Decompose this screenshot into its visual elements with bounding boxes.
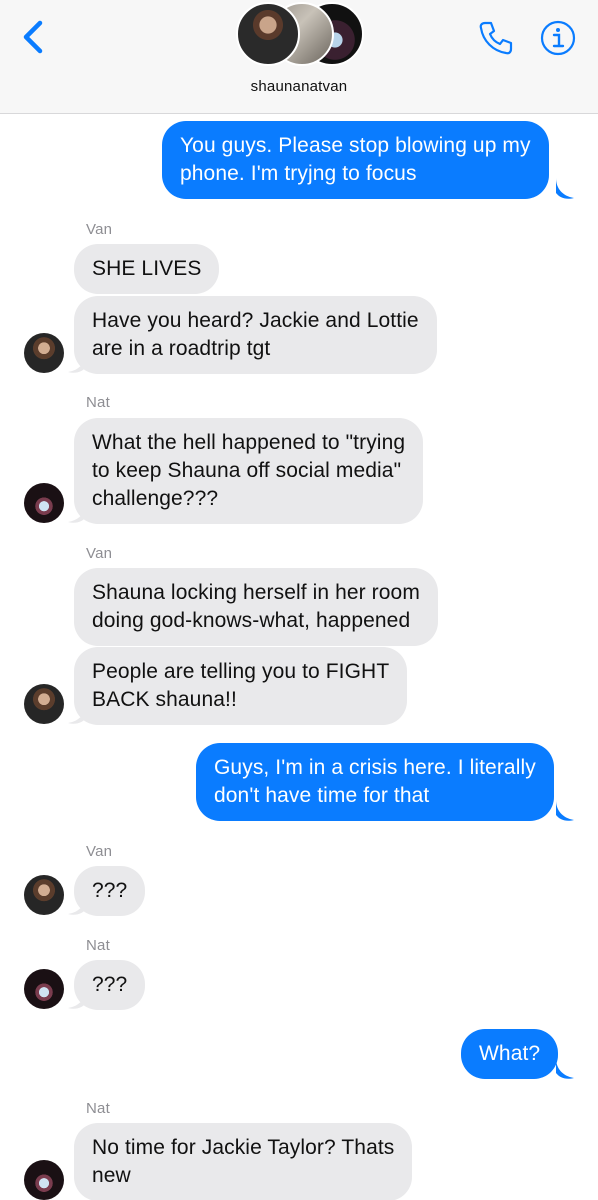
message-line: Shauna locking herself in her room [92, 581, 420, 604]
bubble-tail [68, 988, 86, 1009]
message-line: don't have time for that [214, 784, 430, 807]
sender-name: Nat [86, 1100, 110, 1117]
avatar-van[interactable] [24, 684, 64, 724]
sender-name: Nat [86, 937, 110, 954]
incoming-message[interactable]: What the hell happened to "trying to kee… [74, 418, 424, 524]
bubble-tail [68, 352, 86, 373]
incoming-message[interactable]: People are telling you to FIGHT BACK sha… [74, 647, 408, 725]
info-button[interactable] [538, 18, 578, 58]
message-line: new [92, 1164, 131, 1187]
bubble-tail [68, 894, 86, 915]
back-button[interactable] [18, 18, 52, 58]
outgoing-message[interactable]: Guys, I'm in a crisis here. I literally … [196, 743, 554, 821]
message-line: are in a roadtrip tgt [92, 337, 271, 360]
call-button[interactable] [476, 18, 516, 58]
message-line: ??? [92, 879, 128, 902]
outgoing-message[interactable]: You guys. Please stop blowing up my phon… [162, 121, 549, 199]
bubble-tail [68, 703, 86, 724]
info-icon [540, 20, 576, 56]
bubble-tail [556, 800, 574, 821]
message-line: phone. I'm tryjng to focus [180, 162, 417, 185]
messages-app: shaunanatvan You guys. Please stop blowi… [0, 0, 598, 1200]
avatar-nat[interactable] [24, 483, 64, 523]
avatar-nat[interactable] [24, 969, 64, 1009]
message-line: BACK shauna!! [92, 688, 237, 711]
message-line: No time for Jackie Taylor? Thats [92, 1136, 395, 1159]
message-line: SHE LIVES [92, 257, 202, 280]
outgoing-message[interactable]: What? [461, 1029, 559, 1079]
bubble-tail [556, 1058, 574, 1079]
avatar-van[interactable] [24, 333, 64, 373]
message-line: ??? [92, 973, 128, 996]
bubble-tail [68, 502, 86, 523]
incoming-message[interactable]: Shauna locking herself in her room doing… [74, 568, 438, 646]
incoming-message[interactable]: Have you heard? Jackie and Lottie are in… [74, 296, 437, 374]
bubble-tail [556, 178, 574, 199]
message-line: to keep Shauna off social media" [92, 459, 402, 482]
message-line: People are telling you to FIGHT [92, 660, 390, 683]
group-avatars[interactable] [236, 2, 366, 66]
conversation-header: shaunanatvan [0, 0, 598, 114]
phone-icon [479, 21, 513, 55]
avatar-van[interactable] [24, 875, 64, 915]
group-name[interactable]: shaunanatvan [0, 78, 598, 95]
message-line: You guys. Please stop blowing up my [180, 134, 531, 157]
sender-name: Van [86, 221, 113, 238]
incoming-message[interactable]: SHE LIVES [74, 244, 220, 294]
sender-name: Van [86, 545, 113, 562]
message-line: Have you heard? Jackie and Lottie [92, 309, 419, 332]
sender-name: Nat [86, 394, 110, 411]
avatar-nat[interactable] [24, 1160, 64, 1200]
member-avatar-van [236, 2, 300, 66]
sender-name: Van [86, 843, 113, 860]
message-line: Guys, I'm in a crisis here. I literally [214, 756, 536, 779]
message-line: What? [479, 1042, 541, 1065]
message-line: challenge??? [92, 487, 219, 510]
chevron-left-icon [23, 20, 43, 54]
message-line: doing god-knows-what, happened [92, 609, 411, 632]
message-line: What the hell happened to "trying [92, 431, 406, 454]
incoming-message[interactable]: No time for Jackie Taylor? Thats new [74, 1123, 413, 1200]
